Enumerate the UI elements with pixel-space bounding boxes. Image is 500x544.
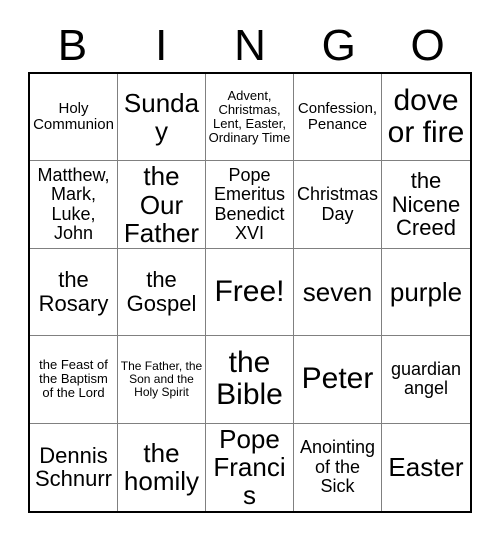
bingo-cell[interactable]: the Gospel bbox=[118, 248, 206, 337]
bingo-cell-label: the Rosary bbox=[38, 267, 109, 316]
bingo-card: B I N G O Holy Communion Sunday Advent, Ch… bbox=[0, 0, 500, 544]
bingo-cell-label: Advent, Christmas, Lent, Easter, Ordinar… bbox=[208, 88, 291, 146]
bingo-cell[interactable]: Pope Emeritus Benedict XVI bbox=[206, 161, 294, 249]
bingo-cell[interactable]: purple bbox=[382, 248, 470, 337]
bingo-cell-label: The Father, the Son and the Holy Spirit bbox=[120, 358, 203, 399]
bingo-cell[interactable]: Easter bbox=[382, 423, 470, 511]
bingo-cell[interactable]: Dennis Schnurr bbox=[30, 423, 118, 511]
bingo-cell-label: Dennis Schnurr bbox=[34, 442, 113, 492]
bingo-grid: Holy Communion Sunday Advent, Christmas, L… bbox=[28, 72, 472, 513]
bingo-cell[interactable]: the Nicene Creed bbox=[382, 161, 470, 249]
bingo-cell-label: Peter bbox=[301, 362, 374, 396]
bingo-cell-label: the homily bbox=[123, 438, 200, 497]
bingo-cell[interactable]: Matthew, Mark, Luke, John bbox=[30, 161, 118, 249]
bingo-cell[interactable]: guardian angel bbox=[382, 336, 470, 424]
bingo-header: B I N G O bbox=[28, 20, 472, 72]
bingo-cell-label: Anointing of the Sick bbox=[299, 437, 376, 497]
header-letter-o: O bbox=[410, 21, 445, 70]
bingo-cell-label: Confession, Penance bbox=[297, 100, 378, 134]
bingo-cell-label: Easter bbox=[388, 452, 464, 483]
bingo-cell[interactable]: the Our Father bbox=[118, 161, 206, 249]
bingo-cell[interactable]: Peter bbox=[294, 336, 382, 424]
bingo-cell-label: purple bbox=[389, 276, 463, 307]
bingo-cell[interactable]: the Rosary bbox=[30, 248, 118, 337]
bingo-cell[interactable]: dove or fire bbox=[382, 74, 470, 162]
bingo-cell-label: Pope Emeritus Benedict XVI bbox=[213, 164, 285, 244]
bingo-cell-label: Pope Francis bbox=[213, 424, 286, 511]
bingo-cell[interactable]: the homily bbox=[118, 423, 206, 511]
bingo-cell[interactable]: the Feast of the Baptism of the Lord bbox=[30, 336, 118, 424]
header-letter-i: I bbox=[155, 21, 168, 70]
bingo-cell-label: the Our Father bbox=[123, 161, 200, 248]
bingo-cell[interactable]: Christmas Day bbox=[294, 161, 382, 249]
bingo-cell-label: Holy Communion bbox=[33, 100, 114, 134]
bingo-cell[interactable]: Anointing of the Sick bbox=[294, 423, 382, 511]
header-letter-n: N bbox=[234, 21, 266, 70]
bingo-cell-label: seven bbox=[302, 276, 373, 307]
bingo-cell[interactable]: the Bible bbox=[206, 336, 294, 424]
bingo-cell-label: the Gospel bbox=[126, 267, 197, 316]
bingo-cell-label: Free! bbox=[214, 274, 285, 308]
bingo-cell[interactable]: Holy Communion bbox=[30, 74, 118, 162]
bingo-cell-label: dove or fire bbox=[387, 83, 465, 150]
bingo-cell[interactable]: Free! bbox=[206, 248, 294, 337]
bingo-cell-label: the Feast of the Baptism of the Lord bbox=[39, 357, 108, 401]
bingo-cell[interactable]: Sunday bbox=[118, 74, 206, 162]
header-letter-b: B bbox=[57, 21, 88, 70]
bingo-cell-label: Christmas Day bbox=[296, 184, 378, 224]
bingo-cell-label: guardian angel bbox=[390, 358, 462, 399]
bingo-cell-label: Matthew, Mark, Luke, John bbox=[37, 164, 110, 244]
bingo-cell[interactable]: Pope Francis bbox=[206, 423, 294, 511]
bingo-cell-label: Sunday bbox=[123, 88, 200, 147]
bingo-cell-label: the Bible bbox=[216, 346, 283, 412]
bingo-cell-label: the Nicene Creed bbox=[391, 167, 461, 241]
bingo-cell[interactable]: The Father, the Son and the Holy Spirit bbox=[118, 336, 206, 424]
bingo-cell[interactable]: Advent, Christmas, Lent, Easter, Ordinar… bbox=[206, 74, 294, 162]
bingo-cell[interactable]: Confession, Penance bbox=[294, 74, 382, 162]
header-letter-g: G bbox=[321, 21, 356, 70]
bingo-cell[interactable]: seven bbox=[294, 248, 382, 337]
